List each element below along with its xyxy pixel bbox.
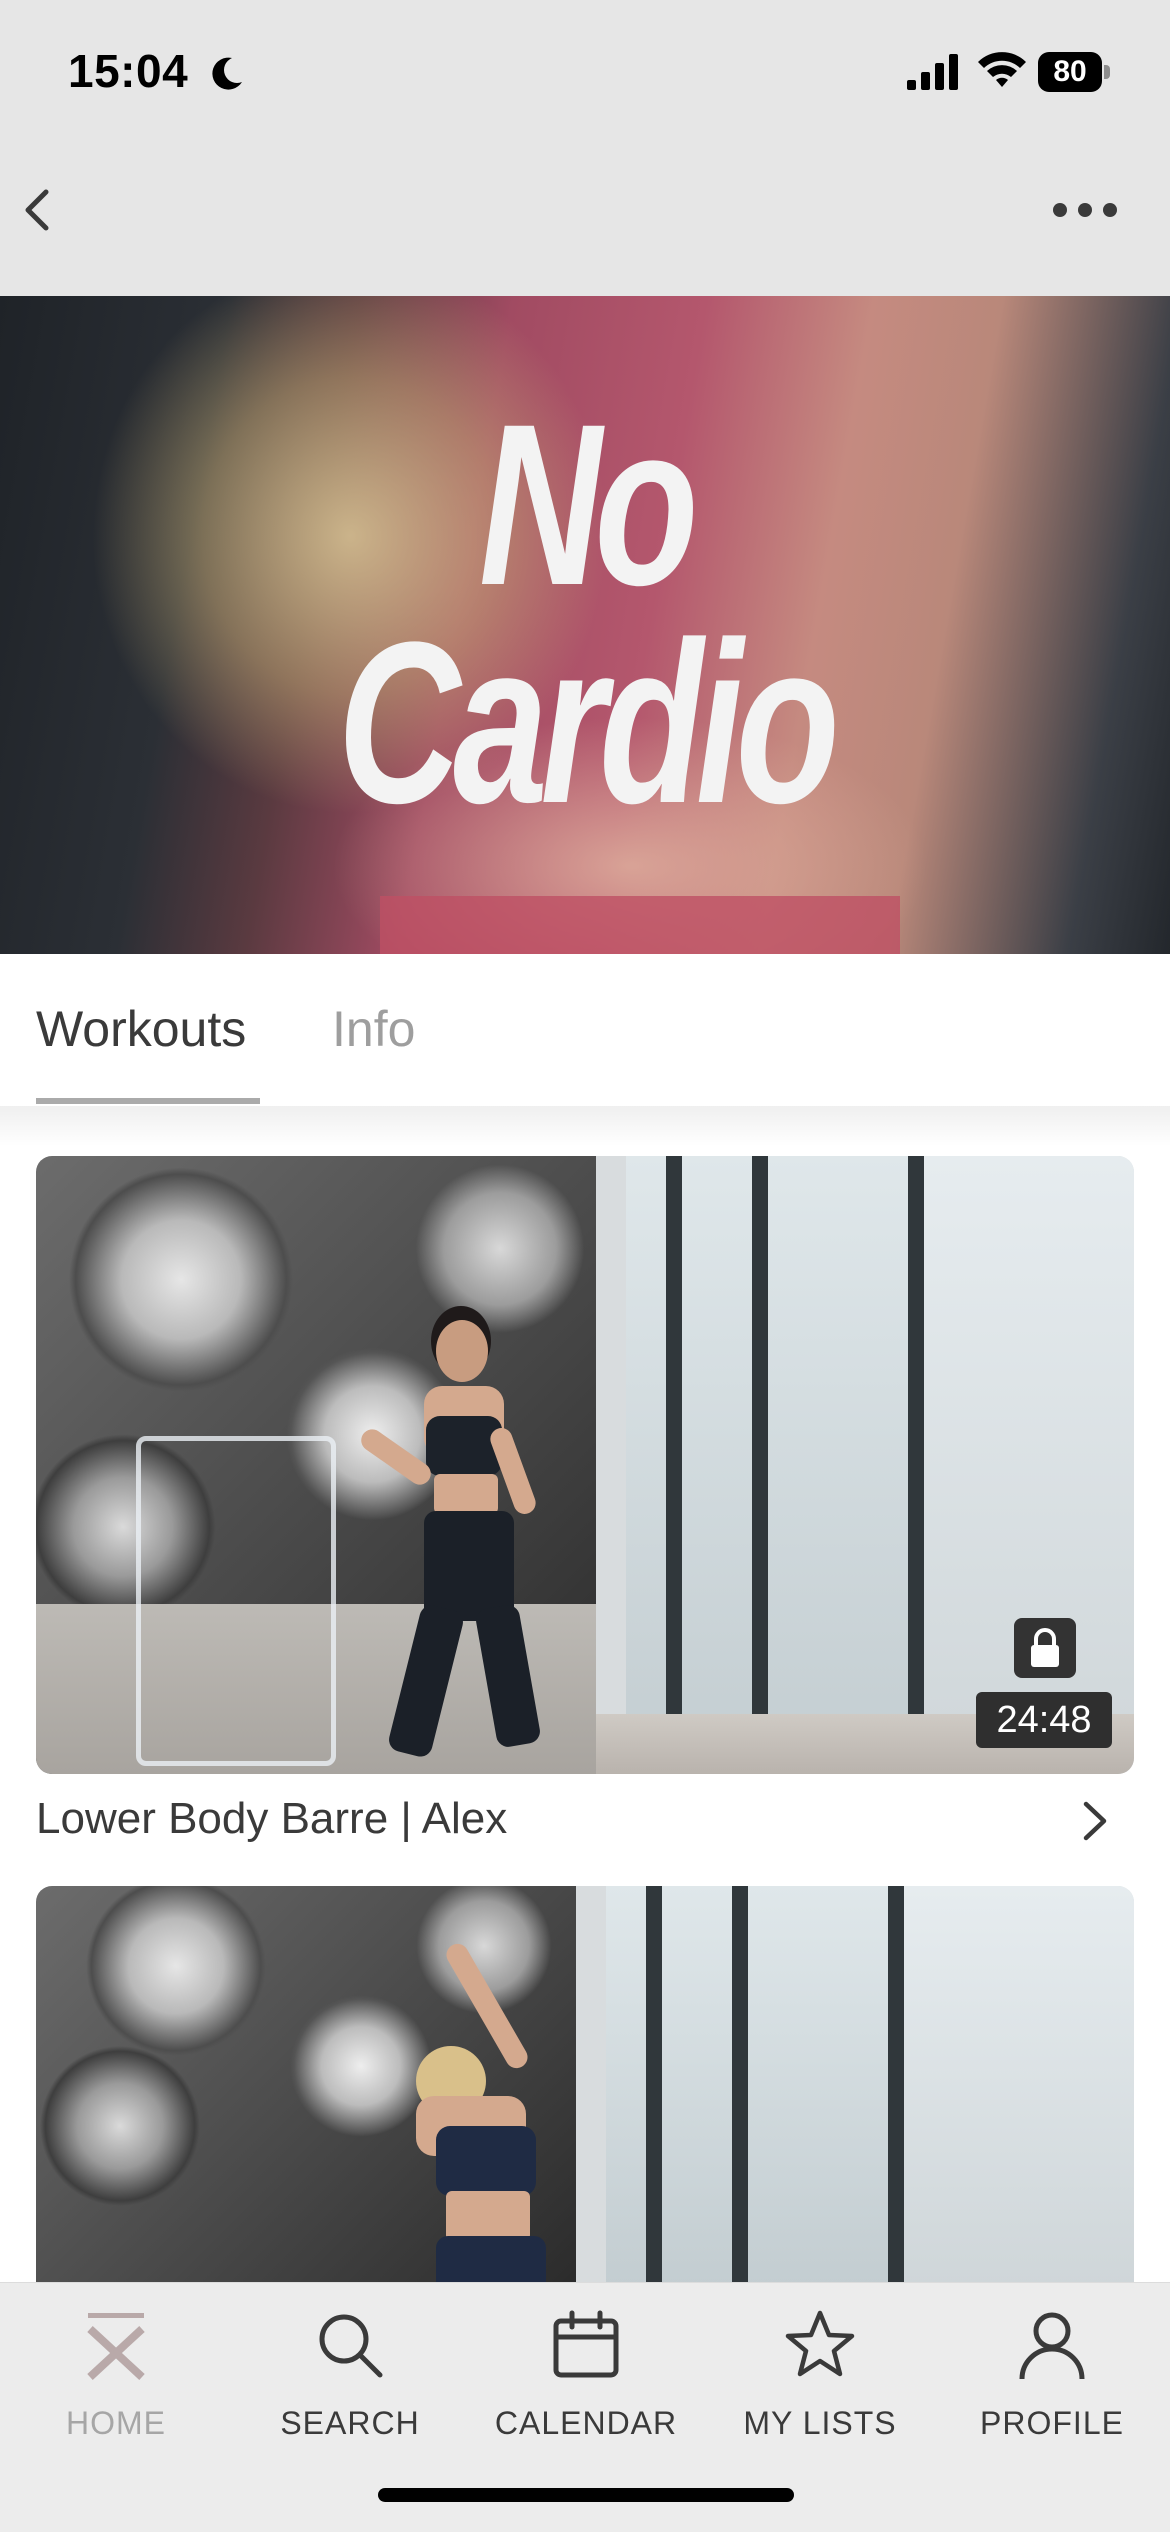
calendar-icon xyxy=(553,2310,619,2378)
instructor-leg-left xyxy=(386,1602,466,1760)
duration-badge: 24:48 xyxy=(976,1692,1112,1748)
nav-profile[interactable]: PROFILE xyxy=(952,2309,1152,2479)
cellular-signal-icon xyxy=(907,54,958,90)
tab-info[interactable]: Info xyxy=(332,1000,415,1058)
status-bar: 15:04 80 xyxy=(0,0,1170,150)
search-icon xyxy=(319,2314,383,2378)
instructor xyxy=(376,1936,636,2286)
window-mullion xyxy=(666,1156,682,1774)
nav-home-label: HOME xyxy=(66,2405,166,2441)
window-mullion xyxy=(752,1156,768,1774)
more-options-icon[interactable] xyxy=(1040,190,1130,230)
back-chevron-icon[interactable] xyxy=(10,174,70,244)
active-tab-indicator xyxy=(36,1098,260,1104)
nav-profile-label: PROFILE xyxy=(980,2405,1124,2441)
home-indicator[interactable] xyxy=(378,2488,794,2502)
battery-level: 80 xyxy=(1053,55,1087,88)
workout-title[interactable]: Lower Body Barre | Alex xyxy=(36,1794,507,1844)
window-mullion xyxy=(646,1886,662,2286)
window-pane xyxy=(682,1156,752,1774)
window-mullion xyxy=(908,1156,924,1774)
locked-badge xyxy=(1014,1618,1076,1678)
nav-search[interactable]: SEARCH xyxy=(250,2309,450,2479)
nav-home[interactable]: HOME xyxy=(16,2309,216,2479)
instructor-hips xyxy=(436,2236,546,2286)
nav-calendar[interactable]: CALENDAR xyxy=(486,2309,686,2479)
instructor-midriff xyxy=(434,1474,498,1514)
window-mullion xyxy=(888,1886,904,2286)
wifi-icon xyxy=(978,52,1026,87)
instructor-hips xyxy=(424,1511,514,1621)
workout-thumbnail[interactable]: 24:48 xyxy=(36,1156,1134,1774)
chevron-right-icon[interactable] xyxy=(1074,1796,1114,1846)
moon-icon xyxy=(212,57,242,90)
window-pane xyxy=(748,1886,888,2286)
nav-my-lists[interactable]: MY LISTS xyxy=(720,2309,920,2479)
home-logo-icon xyxy=(87,2313,145,2380)
instructor-top xyxy=(426,1416,502,1476)
nav-bar xyxy=(0,150,1170,296)
instructor-midriff xyxy=(446,2191,530,2241)
battery-icon: 80 xyxy=(1038,52,1110,92)
nav-calendar-label: CALENDAR xyxy=(494,2405,678,2441)
profile-icon xyxy=(1019,2312,1085,2380)
window-mullion xyxy=(732,1886,748,2286)
hero-title: No Cardio xyxy=(152,376,1018,851)
status-time: 15:04 xyxy=(68,45,189,97)
battery-tip xyxy=(1104,65,1110,79)
workout-thumbnail-2[interactable] xyxy=(36,1886,1134,2286)
nav-my-lists-label: MY LISTS xyxy=(743,2405,897,2441)
tab-workouts[interactable]: Workouts xyxy=(36,1000,246,1058)
chair xyxy=(136,1436,336,1766)
segment-tabs: Workouts Info xyxy=(0,954,1170,1106)
window-pane xyxy=(768,1156,908,1774)
windows xyxy=(596,1156,1134,1774)
windows xyxy=(576,1886,1134,2286)
window-pane xyxy=(924,1156,1134,1774)
tabs-divider xyxy=(0,1106,1170,1146)
window-pane xyxy=(904,1886,1134,2286)
hero-title-line2: Cardio xyxy=(337,594,840,851)
nav-search-label: SEARCH xyxy=(280,2405,420,2441)
hero-image-leggings xyxy=(380,896,900,954)
instructor xyxy=(336,1306,596,1766)
window-pane xyxy=(662,1886,732,2286)
hero-title-line1: No xyxy=(478,376,698,633)
screen: 15:04 80 No Cardio Workouts Info 24:48 L… xyxy=(0,0,1170,2532)
instructor-leg-right xyxy=(474,1603,542,1749)
star-icon xyxy=(785,2310,855,2377)
instructor-top xyxy=(436,2126,536,2196)
hero-banner: No Cardio xyxy=(0,296,1170,954)
instructor-face xyxy=(436,1320,488,1382)
lock-icon xyxy=(1031,1628,1059,1667)
window-pane xyxy=(626,1156,666,1774)
